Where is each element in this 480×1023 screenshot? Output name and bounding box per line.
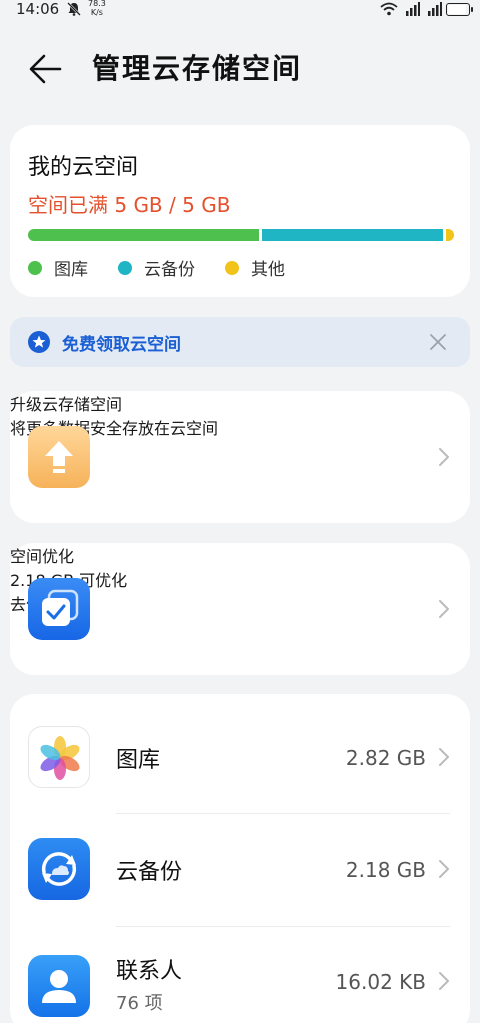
usage-bar-segment	[262, 229, 443, 241]
battery-icon	[446, 2, 473, 16]
app-name: 联系人	[116, 959, 183, 984]
legend-dot	[118, 260, 132, 275]
page-title: 管理云存储空间	[92, 52, 303, 85]
optimize-check-icon	[28, 578, 90, 640]
app-size: 2.18 GB	[345, 858, 426, 882]
storage-usage: 空间已满 5 GB / 5 GB	[28, 193, 231, 217]
legend-label: 其他	[251, 260, 285, 280]
app-row-contacts[interactable]: 联系人 76 项 16.02 KB	[10, 927, 470, 1023]
legend-item-other: 其他	[225, 255, 285, 280]
speed-value: 78.3	[88, 0, 106, 8]
legend-dot	[225, 260, 239, 275]
gallery-flower-icon	[28, 726, 90, 788]
chevron-right-icon	[439, 972, 449, 990]
app-item-count: 76 项	[116, 993, 163, 1014]
contacts-person-icon	[28, 955, 90, 1017]
optimize-title: 空间优化	[10, 547, 75, 566]
legend-label: 云备份	[144, 260, 195, 280]
chevron-right-icon	[439, 448, 449, 466]
wifi-icon	[380, 2, 398, 16]
network-speed: 78.3 K/s	[88, 0, 106, 17]
mute-icon	[67, 2, 81, 16]
storage-legend: 图库 云备份 其他	[28, 255, 315, 280]
status-bar: 14:06 78.3 K/s	[0, 0, 480, 22]
storage-card: 我的云空间 空间已满 5 GB / 5 GB 图库 云备份 其他	[10, 125, 470, 297]
chevron-right-icon	[439, 860, 449, 878]
app-row-gallery[interactable]: 图库 2.82 GB	[10, 694, 470, 814]
legend-label: 图库	[54, 260, 88, 280]
app-usage-card: 图库 2.82 GB 云备份 2.18 GB 联系人 76 项 16.02 KB	[10, 694, 470, 1023]
upgrade-arrow-icon	[28, 426, 90, 488]
signal-icon-2	[428, 2, 442, 16]
close-icon[interactable]	[428, 332, 448, 352]
free-space-banner-text: 免费领取云空间	[62, 335, 181, 355]
app-name: 图库	[116, 748, 161, 773]
upgrade-storage-card[interactable]: 升级云存储空间 将更多数据安全存放在云空间	[10, 391, 470, 523]
usage-bar-segment	[445, 229, 454, 241]
status-time: 14:06	[16, 0, 60, 18]
page-header: 管理云存储空间	[0, 40, 480, 100]
chevron-right-icon	[439, 600, 449, 618]
app-size: 2.82 GB	[345, 746, 426, 770]
app-row-cloud-backup[interactable]: 云备份 2.18 GB	[10, 814, 470, 926]
star-badge-icon	[28, 331, 50, 353]
signal-icon-1	[406, 2, 420, 16]
legend-item-gallery: 图库	[28, 255, 88, 280]
storage-usage-bar	[28, 229, 454, 241]
app-name: 云备份	[116, 860, 183, 885]
cloud-backup-icon	[28, 838, 90, 900]
storage-name: 我的云空间	[28, 155, 139, 180]
upgrade-title: 升级云存储空间	[10, 395, 123, 414]
app-size: 16.02 KB	[335, 970, 426, 994]
back-arrow-icon[interactable]	[26, 52, 66, 86]
free-space-banner[interactable]: 免费领取云空间	[10, 317, 470, 367]
status-icons	[380, 0, 473, 18]
speed-unit: K/s	[90, 8, 103, 17]
usage-bar-segment	[28, 229, 259, 241]
space-optimize-card[interactable]: 空间优化 2.18 GB 可优化 去优化	[10, 543, 470, 675]
legend-item-backup: 云备份	[118, 255, 195, 280]
legend-dot	[28, 260, 42, 275]
chevron-right-icon	[439, 748, 449, 766]
